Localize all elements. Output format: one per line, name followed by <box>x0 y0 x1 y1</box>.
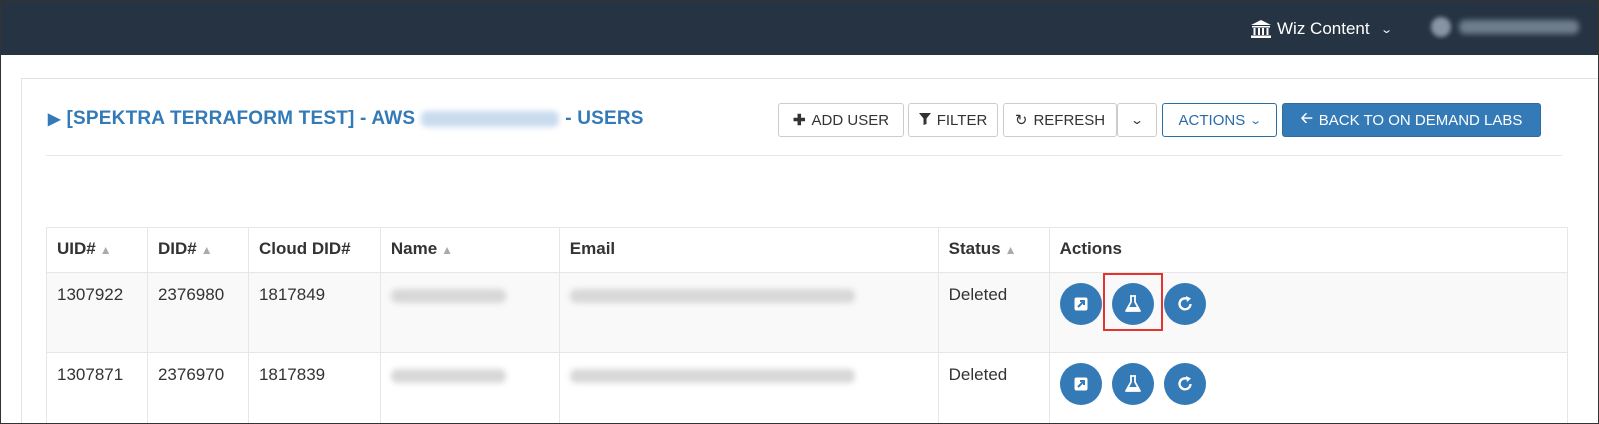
actions-label: ACTIONS <box>1178 111 1246 129</box>
table-row: 1307922 2376980 1817849 Deleted <box>46 272 1569 353</box>
external-link-icon <box>1074 377 1088 391</box>
did-header-label: DID# <box>157 239 197 258</box>
chevron-down-icon: ⌄ <box>1249 114 1263 127</box>
uid-cell: 1307871 <box>46 352 148 423</box>
status-cell: Deleted <box>937 272 1050 353</box>
column-header-actions: Actions <box>1048 227 1569 273</box>
filter-button[interactable]: FILTER <box>908 103 998 137</box>
email-cell <box>558 352 939 423</box>
reset-button[interactable] <box>1163 283 1206 325</box>
workspace-label: Wiz Content <box>1277 19 1370 38</box>
column-header-name[interactable]: Name ▲︎ <box>379 227 560 273</box>
rotate-icon <box>1177 296 1192 311</box>
bank-icon <box>1251 20 1271 38</box>
actions-dropdown-button[interactable]: ACTIONS ⌄ <box>1162 103 1277 137</box>
back-label: BACK TO ON DEMAND LABS <box>1318 111 1523 129</box>
filter-label: FILTER <box>936 111 988 129</box>
did-cell: 2376980 <box>146 272 249 353</box>
refresh-icon: ↻ <box>1014 112 1028 129</box>
user-name-blurred <box>1459 20 1579 34</box>
sort-icon: ▲︎ <box>200 243 213 257</box>
refresh-button[interactable]: ↻ REFRESH <box>1003 103 1117 137</box>
lab-button[interactable] <box>1111 363 1154 405</box>
open-link-button[interactable] <box>1059 283 1102 325</box>
app-frame: Wiz Content ⌄ ▶ [SPEKTRA TERRAFORM TEST]… <box>0 0 1599 424</box>
back-to-on-demand-labs-button[interactable]: 🡠 BACK TO ON DEMAND LABS <box>1282 103 1541 137</box>
cloud-did-header-label: Cloud DID# <box>258 239 351 258</box>
users-table: UID# ▲︎ DID# ▲︎ Cloud DID# Name ▲︎ Email St… <box>46 227 1569 423</box>
cloud-did-cell: 1817849 <box>247 272 381 353</box>
column-header-email: Email <box>558 227 939 273</box>
account-name-blurred <box>421 111 560 127</box>
column-header-cloud-did: Cloud DID# <box>247 227 381 273</box>
top-navbar: Wiz Content ⌄ <box>1 1 1598 55</box>
name-blurred <box>390 369 506 383</box>
column-header-did[interactable]: DID# ▲︎ <box>146 227 249 273</box>
uid-header-label: UID# <box>57 239 96 258</box>
did-cell: 2376970 <box>146 352 249 423</box>
email-blurred <box>569 289 855 303</box>
page-title: ▶ [SPEKTRA TERRAFORM TEST] - AWS - USERS <box>48 108 644 130</box>
email-cell <box>558 272 939 353</box>
workspace-menu[interactable]: Wiz Content ⌄ <box>1251 19 1393 39</box>
chevron-down-icon: ⌄ <box>1379 23 1393 36</box>
sort-icon: ▲︎ <box>1004 243 1017 257</box>
reset-button[interactable] <box>1163 363 1206 405</box>
refresh-label: REFRESH <box>1033 111 1106 129</box>
caret-right-icon: ▶ <box>48 111 61 128</box>
email-header-label: Email <box>569 239 616 258</box>
flask-icon <box>1124 375 1141 392</box>
open-link-button[interactable] <box>1059 363 1102 405</box>
arrow-left-icon: 🡠 <box>1300 109 1313 127</box>
name-cell <box>379 272 560 353</box>
divider <box>46 155 1562 156</box>
table-header-row: UID# ▲︎ DID# ▲︎ Cloud DID# Name ▲︎ Email St… <box>46 227 1569 273</box>
highlight-box <box>1102 273 1163 331</box>
external-link-icon <box>1074 297 1088 311</box>
sort-icon: ▲︎ <box>99 243 112 257</box>
page-title-suffix: - USERS <box>565 108 644 129</box>
plus-icon: ✚ <box>792 112 806 129</box>
actions-cell <box>1048 352 1569 423</box>
rotate-icon <box>1177 376 1192 391</box>
add-user-button[interactable]: ✚ ADD USER <box>778 103 904 137</box>
filter-icon <box>918 112 931 129</box>
status-header-label: Status <box>948 239 1001 258</box>
actions-cell <box>1048 272 1569 353</box>
column-header-uid[interactable]: UID# ▲︎ <box>46 227 148 273</box>
cloud-did-cell: 1817839 <box>247 352 381 423</box>
sort-icon: ▲︎ <box>441 243 454 257</box>
user-menu[interactable] <box>1431 17 1579 37</box>
refresh-dropdown-button[interactable]: ⌄ <box>1117 103 1157 137</box>
chevron-down-icon: ⌄ <box>1129 113 1145 127</box>
email-blurred <box>569 369 855 383</box>
actions-header-label: Actions <box>1059 239 1122 258</box>
add-user-label: ADD USER <box>811 111 890 129</box>
status-cell: Deleted <box>937 352 1050 423</box>
uid-cell: 1307922 <box>46 272 148 353</box>
table-row: 1307871 2376970 1817839 Deleted <box>46 352 1569 423</box>
name-header-label: Name <box>390 239 438 258</box>
avatar <box>1431 17 1451 37</box>
page-title-prefix: [SPEKTRA TERRAFORM TEST] - AWS <box>66 108 416 129</box>
name-cell <box>379 352 560 423</box>
name-blurred <box>390 289 506 303</box>
column-header-status[interactable]: Status ▲︎ <box>937 227 1050 273</box>
